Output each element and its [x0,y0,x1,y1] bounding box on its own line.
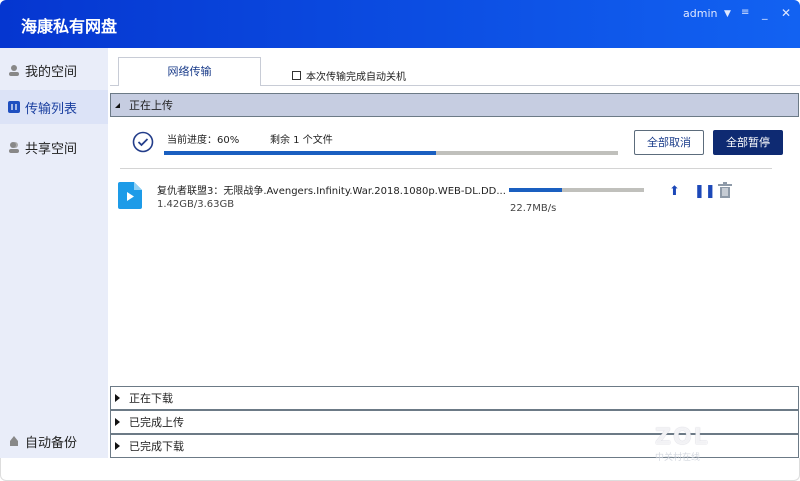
section-label: 正在下载 [129,392,173,405]
upload-priority-icon[interactable]: ⬆ [669,184,680,199]
users-icon [8,141,20,153]
sidebar-item-label: 自动备份 [25,435,78,451]
progress-fill [509,188,562,192]
sidebar-item-auto-backup[interactable]: 自动备份 [0,424,108,458]
cloud-icon [8,435,20,447]
user-name[interactable]: admin [683,7,717,20]
minimize-icon[interactable]: _ [762,7,768,20]
status-bar [0,458,800,481]
remaining-files: 剩余 1 个文件 [270,135,333,146]
user-icon [8,64,20,76]
transfer-speed: 22.7MB/s [510,203,557,214]
collapse-icon [115,103,120,108]
checkbox-box[interactable] [292,71,301,80]
expand-icon [115,394,120,402]
sidebar-item-shared-space[interactable]: 共享空间 [0,130,108,164]
sidebar: 我的空间 传输列表 共享空间 自动备份 [0,48,108,458]
file-name: 复仇者联盟3：无限战争.Avengers.Infinity.War.2018.1… [157,186,506,197]
progress-fill [164,151,437,155]
section-label: 已完成下载 [129,440,184,453]
divider [120,168,772,169]
section-label: 已完成上传 [129,416,184,429]
cancel-all-button[interactable]: 全部取消 [634,130,704,155]
main-panel: 网络传输 本次传输完成自动关机 正在上传 当前进度：60% 剩余 1 个文件 全… [110,48,800,458]
file-size: 1.42GB/3.63GB [157,199,235,210]
video-file-icon [118,182,142,212]
auto-shutdown-checkbox[interactable]: 本次传输完成自动关机 [292,68,406,83]
title-bar: 海康私有网盘 admin ▼ ≡ _ ✕ [0,0,800,48]
trash-icon[interactable] [718,182,732,201]
section-uploading[interactable]: 正在上传 [110,93,799,117]
close-icon[interactable]: ✕ [781,6,791,20]
check-circle-icon [132,131,154,156]
file-progress-bar [509,188,644,192]
transfer-icon [8,101,20,113]
app-title: 海康私有网盘 [21,17,118,36]
sidebar-item-my-space[interactable]: 我的空间 [0,53,108,87]
auto-shutdown-label: 本次传输完成自动关机 [306,72,406,83]
sidebar-item-label: 共享空间 [25,141,78,157]
user-dropdown-icon[interactable]: ▼ [724,9,731,19]
tab-network-transfer[interactable]: 网络传输 [118,57,261,86]
expand-icon [115,442,120,450]
section-label: 正在上传 [129,99,173,112]
pause-icon[interactable]: ❚❚ [694,184,716,199]
overall-progress-label: 当前进度：60% [167,135,240,146]
section-downloading[interactable]: 正在下载 [110,386,799,410]
sidebar-item-label: 我的空间 [25,64,78,80]
menu-icon[interactable]: ≡ [741,7,749,18]
sidebar-item-transfer-list[interactable]: 传输列表 [0,90,108,124]
pause-all-button[interactable]: 全部暂停 [713,130,783,155]
overall-progress-bar [164,151,618,155]
sidebar-item-label: 传输列表 [25,101,78,117]
watermark-logo: ZOL [655,425,710,450]
expand-icon [115,418,120,426]
